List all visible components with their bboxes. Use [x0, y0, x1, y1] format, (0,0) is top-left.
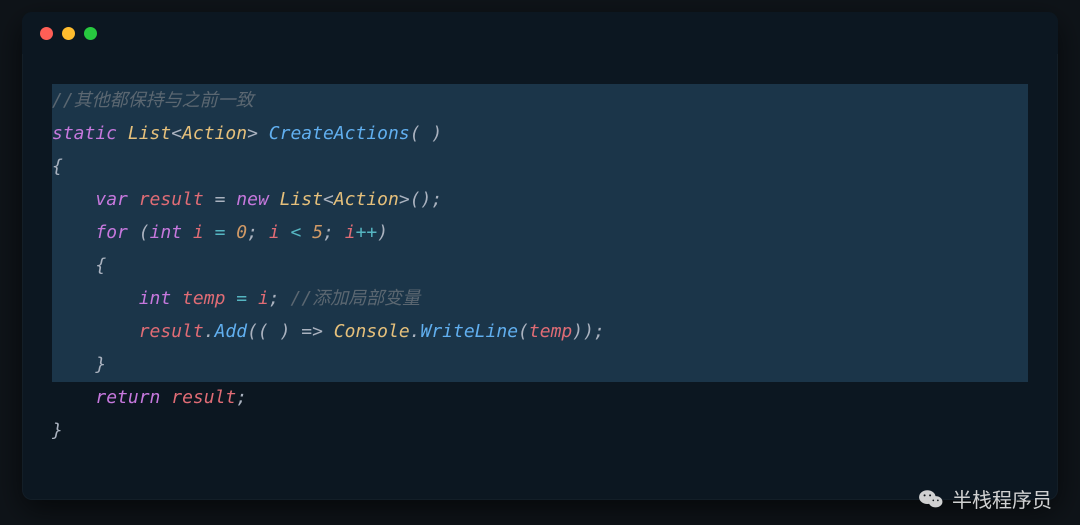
op-eq: = — [215, 222, 226, 243]
semi-3: ; — [269, 288, 280, 309]
ident-i-3: i — [345, 222, 356, 243]
semi-2: ; — [323, 222, 334, 243]
wechat-icon — [918, 488, 944, 510]
brace-close: } — [52, 420, 63, 441]
angle-open: < — [171, 123, 182, 144]
dot: . — [204, 321, 215, 342]
keyword-static: static — [52, 123, 117, 144]
angle-close-2: > — [399, 189, 410, 210]
method-add: Add — [215, 321, 248, 342]
angle-open-2: < — [323, 189, 334, 210]
code-area: //其他都保持与之前一致 static List<Action> CreateA… — [22, 54, 1058, 467]
brace-open-2: { — [95, 255, 106, 276]
paren-open-3: ( — [518, 321, 529, 342]
type-list-2: List — [280, 189, 323, 210]
close-icon[interactable] — [40, 27, 53, 40]
dot-2: . — [410, 321, 421, 342]
call-parens: ( ) — [410, 123, 443, 144]
ident-i: i — [193, 222, 204, 243]
keyword-var: var — [95, 189, 128, 210]
method-name: CreateActions — [269, 123, 410, 144]
keyword-for: for — [95, 222, 128, 243]
keyword-new: new — [236, 189, 269, 210]
keyword-int: int — [150, 222, 183, 243]
ident-i-2: i — [269, 222, 280, 243]
ident-temp: temp — [182, 288, 225, 309]
keyword-int-2: int — [139, 288, 172, 309]
op-lt: < — [291, 222, 302, 243]
type-action: Action — [182, 123, 247, 144]
code-window: //其他都保持与之前一致 static List<Action> CreateA… — [22, 12, 1058, 500]
type-action-2: Action — [334, 189, 399, 210]
num-zero: 0 — [236, 222, 247, 243]
code-block: //其他都保持与之前一致 static List<Action> CreateA… — [52, 84, 1028, 447]
zoom-icon[interactable] — [84, 27, 97, 40]
op-assign: = — [204, 189, 237, 210]
ident-temp-2: temp — [529, 321, 572, 342]
ident-result: result — [139, 189, 204, 210]
keyword-return: return — [95, 387, 160, 408]
watermark-text: 半栈程序员 — [952, 484, 1052, 513]
num-five: 5 — [312, 222, 323, 243]
semi-4: ; — [236, 387, 247, 408]
semi: ; — [247, 222, 258, 243]
paren-close-chain: )); — [572, 321, 605, 342]
op-eq-2: = — [236, 288, 247, 309]
brace-open: { — [52, 156, 63, 177]
code-comment-2: //添加局部变量 — [290, 288, 420, 309]
angle-close: > — [247, 123, 258, 144]
paren-open-2: (( ) => — [247, 321, 334, 342]
type-list: List — [128, 123, 171, 144]
type-console: Console — [334, 321, 410, 342]
watermark: 半栈程序员 — [918, 484, 1052, 513]
paren-close: ) — [377, 222, 388, 243]
code-comment: //其他都保持与之前一致 — [52, 90, 254, 111]
paren-open: ( — [139, 222, 150, 243]
op-inc: ++ — [356, 222, 378, 243]
window-titlebar — [22, 12, 1058, 54]
ident-result-3: result — [171, 387, 236, 408]
call-parens-2: (); — [410, 189, 443, 210]
minimize-icon[interactable] — [62, 27, 75, 40]
ident-i-4: i — [258, 288, 269, 309]
brace-close-2: } — [95, 354, 106, 375]
method-writeline: WriteLine — [421, 321, 519, 342]
ident-result-2: result — [139, 321, 204, 342]
